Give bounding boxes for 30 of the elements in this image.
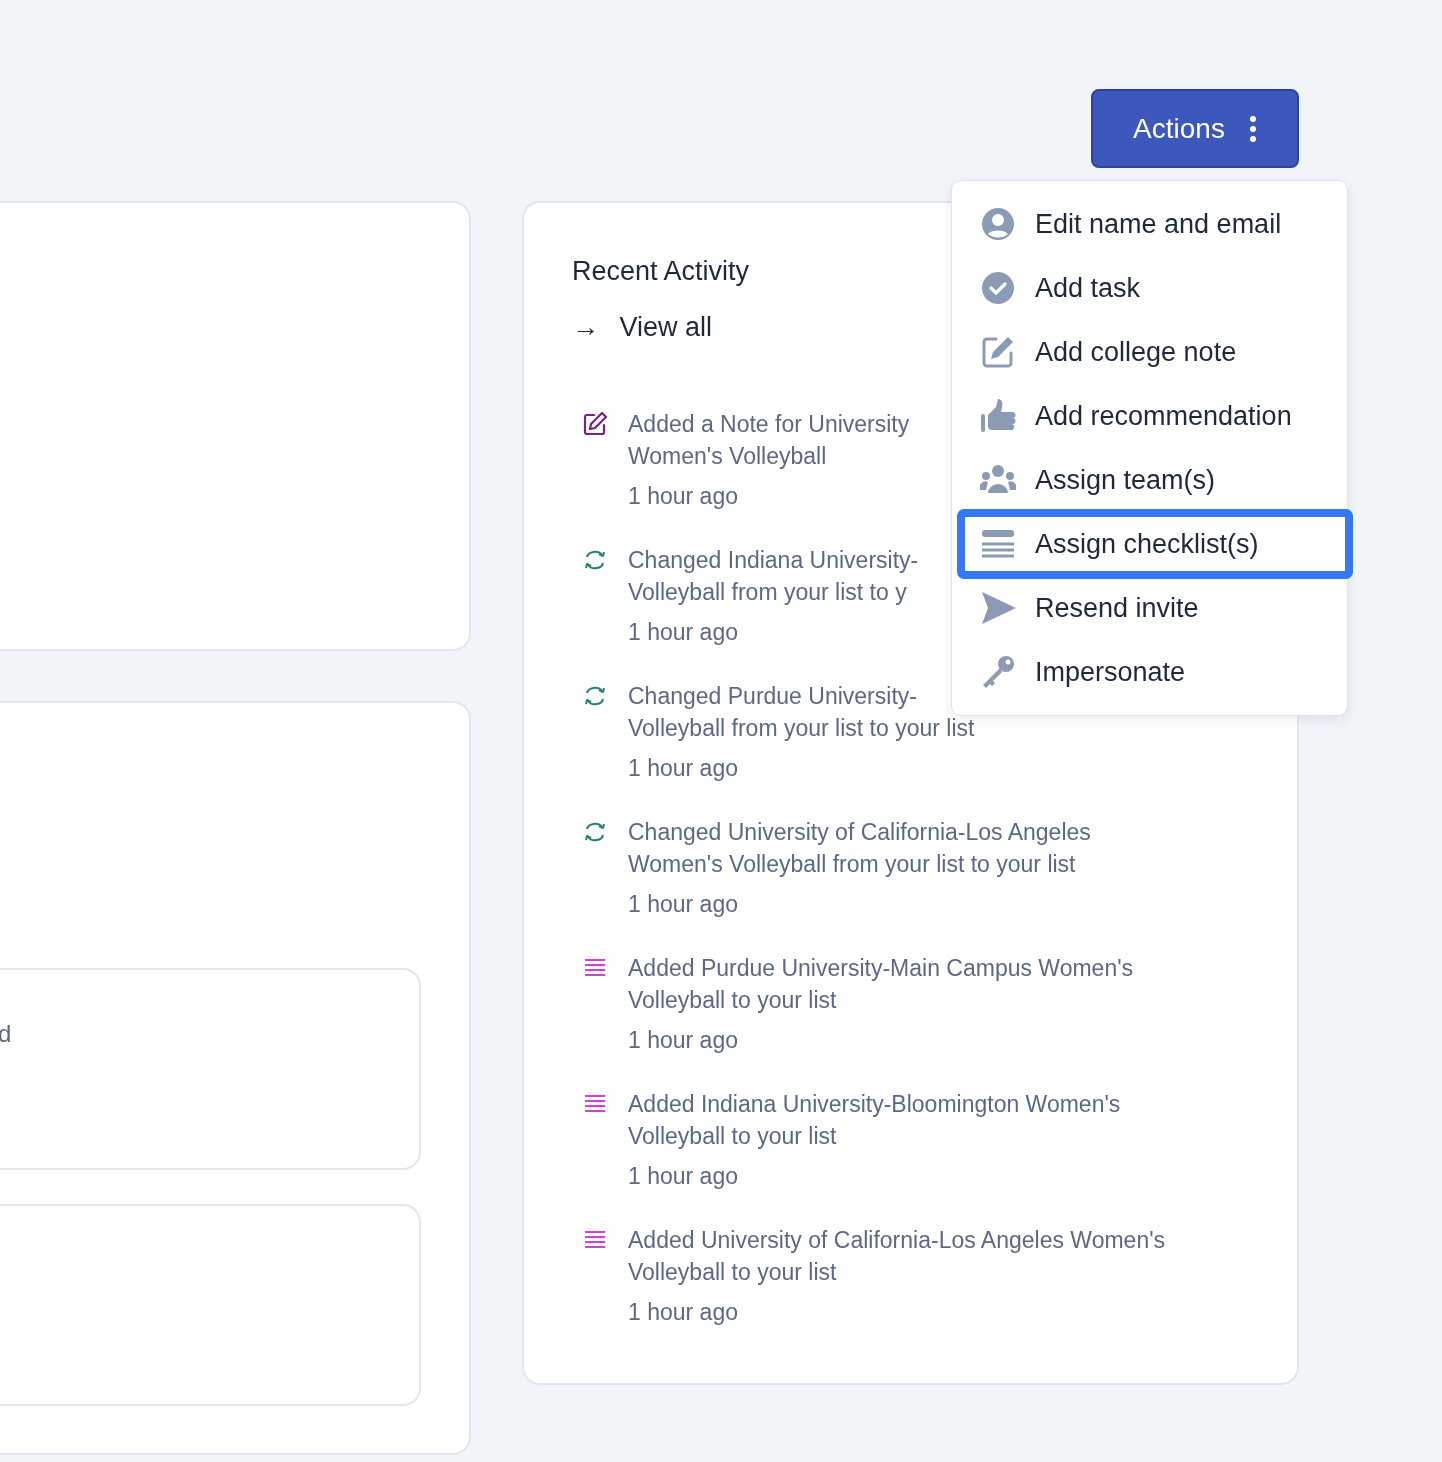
activity-text: Added University of California-Los Angeles Women's Volleyball to your list — [628, 1226, 1166, 1287]
actions-button[interactable]: Actions — [1091, 89, 1299, 168]
menu-item[interactable]: Edit name and email — [960, 192, 1350, 256]
edit-icon — [980, 334, 1016, 370]
activity-text: Added Indiana University-Bloomington Women's Volleyball to your list — [628, 1090, 1121, 1151]
panel-title: Recent Activity — [572, 255, 750, 288]
activity-text: Added a Note for University Women's Volleyball — [628, 410, 910, 471]
thumbs-up-icon — [980, 398, 1016, 434]
menu-item[interactable]: Add college note — [960, 320, 1350, 384]
activity-text: Added Purdue University-Main Campus Women's Volleyball to your list — [628, 954, 1134, 1015]
note-icon — [581, 410, 609, 438]
more-icon — [1248, 115, 1257, 142]
user-icon — [980, 206, 1016, 242]
view-all-link[interactable]: → View all — [572, 309, 713, 345]
timestamp: 1 hour ago — [628, 618, 738, 647]
timestamp: 1 hour ago — [628, 754, 738, 783]
menu-item[interactable]: Resend invite — [960, 576, 1350, 640]
menu-item[interactable]: Add task — [960, 256, 1350, 320]
menu-item[interactable]: Add recommendation — [960, 384, 1350, 448]
timestamp: 1 hour ago — [628, 890, 738, 919]
timestamp: 1 hour ago — [628, 1026, 738, 1055]
timestamp: 1 hour ago — [628, 1298, 738, 1327]
send-icon — [980, 590, 1016, 626]
timestamp: 1 hour ago — [628, 482, 738, 511]
timestamp: 1 hour ago — [628, 1162, 738, 1191]
check-circle-icon — [980, 270, 1016, 306]
menu-item[interactable]: Assign checklist(s) — [960, 512, 1350, 576]
activity-text: Changed University of California-Los Angeles Women's Volleyball from your list to your list — [628, 818, 1091, 879]
activity-text: Changed Indiana University- Volleyball from your list to y — [628, 546, 919, 607]
menu-item[interactable]: Assign team(s) — [960, 448, 1350, 512]
